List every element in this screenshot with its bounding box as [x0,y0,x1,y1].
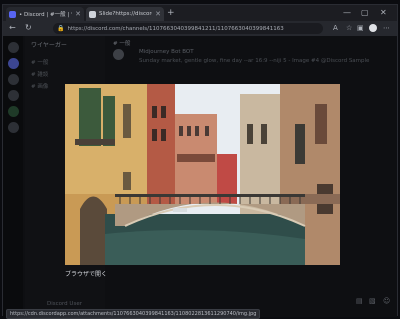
channel-item[interactable]: # 雑談 [31,70,48,78]
channel-item[interactable]: # 画像 [31,82,48,90]
tab-title: Slide?https://discord.com/vis/1f [99,11,152,17]
collections-icon[interactable]: ▣ [357,24,364,32]
minimize-button[interactable]: — [343,8,351,17]
lock-icon: 🔒 [57,25,65,32]
new-tab-button[interactable]: + [167,8,175,18]
close-window-button[interactable]: ✕ [380,8,387,17]
emoji-icon[interactable]: ☺ [383,297,390,305]
image-preview[interactable] [65,84,340,265]
read-aloud-icon[interactable]: A [333,24,338,32]
tab-strip: • Discord | #一般 | ワイヤーガー ✕ Slide?https:/… [3,5,397,21]
server-name[interactable]: ワイヤーガー [31,40,67,49]
refresh-button[interactable]: ↻ [25,23,32,32]
tab-discord[interactable]: • Discord | #一般 | ワイヤーガー ✕ [6,7,84,21]
server-rail [3,36,23,317]
sticker-icon[interactable]: ▧ [369,297,376,305]
maximize-button[interactable]: ▢ [361,8,369,17]
channel-header: # 一般 [113,41,131,47]
server-icon[interactable] [8,58,19,69]
author-avatar[interactable] [113,49,124,60]
server-icon[interactable] [8,42,19,53]
discord-favicon-icon [9,10,16,18]
more-icon[interactable]: ⋯ [383,24,390,32]
favorite-icon[interactable]: ☆ [346,24,352,32]
server-icon[interactable] [8,74,19,85]
server-icon[interactable] [8,90,19,101]
profile-avatar[interactable] [369,24,377,32]
close-tab-icon[interactable]: ✕ [75,10,81,18]
user-name[interactable]: Discord User [47,301,82,307]
url-field[interactable]: 🔒 https://discord.com/channels/110766304… [53,23,323,34]
channel-item[interactable]: # 一般 [31,58,48,66]
tab-image[interactable]: Slide?https://discord.com/vis/1f ✕ [86,7,164,21]
status-url: https://cdn.discordapp.com/attachments/1… [10,311,257,317]
page-favicon-icon [89,10,96,18]
back-button[interactable]: ← [9,23,16,32]
tab-title: • Discord | #一般 | ワイヤーガー [19,12,72,18]
gif-icon[interactable]: ▤ [356,297,363,305]
server-icon[interactable] [8,122,19,133]
message-author[interactable]: Midjourney Bot BOT [139,49,194,55]
open-in-browser-link[interactable]: ブラウザで開く [65,269,107,278]
browser-window: • Discord | #一般 | ワイヤーガー ✕ Slide?https:/… [2,4,398,319]
server-icon[interactable] [8,106,19,117]
address-bar-row: ← ↻ 🔒 https://discord.com/channels/11076… [3,21,397,36]
close-tab-icon[interactable]: ✕ [155,10,161,18]
url-text: https://discord.com/channels/11076630403… [67,25,284,32]
message-text: Sunday market, gentle glow, fine day --a… [139,58,370,64]
